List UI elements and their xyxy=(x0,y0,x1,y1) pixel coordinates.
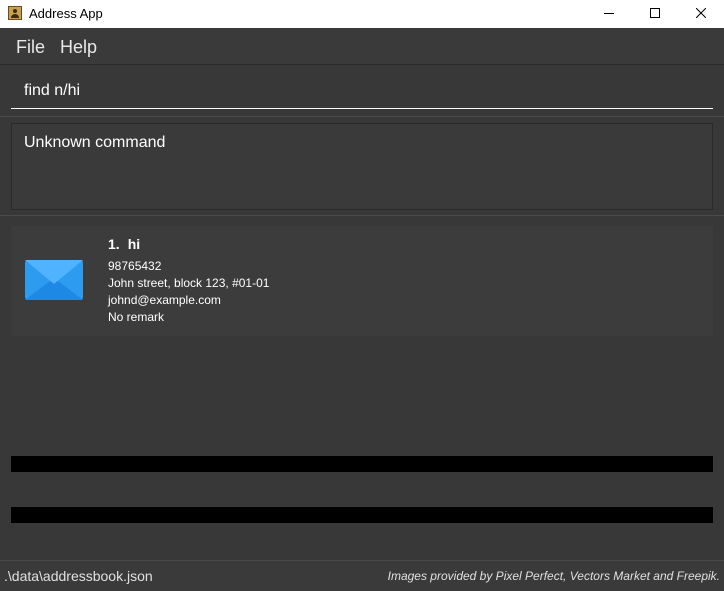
address-book-icon xyxy=(8,6,22,20)
status-credits: Images provided by Pixel Perfect, Vector… xyxy=(387,569,720,583)
person-name-row: 1. hi xyxy=(108,236,140,252)
command-box xyxy=(0,65,724,117)
person-phone: 98765432 xyxy=(108,259,162,273)
result-display: Unknown command xyxy=(11,123,713,210)
maximize-button[interactable] xyxy=(632,0,678,28)
person-card[interactable]: 1. hi 98765432 John street, block 123, #0… xyxy=(11,226,713,336)
mail-envelope-icon xyxy=(25,260,83,300)
status-bar: .\data\addressbook.json Images provided … xyxy=(0,560,724,591)
person-email: johnd@example.com xyxy=(108,293,221,307)
person-remark: No remark xyxy=(108,310,165,324)
maximize-icon xyxy=(650,8,660,18)
minimize-icon xyxy=(604,13,614,14)
close-icon xyxy=(696,8,706,18)
close-button[interactable] xyxy=(678,0,724,28)
menu-bar: File Help xyxy=(0,29,724,65)
status-file-path: .\data\addressbook.json xyxy=(4,568,153,584)
person-address: John street, block 123, #01-01 xyxy=(108,276,270,290)
command-input[interactable] xyxy=(11,74,713,109)
window-title-bar[interactable]: Address App xyxy=(0,0,724,28)
person-list[interactable]: 1. hi 98765432 John street, block 123, #0… xyxy=(0,217,724,560)
black-bar xyxy=(11,507,713,523)
result-display-pane: Unknown command xyxy=(0,117,724,216)
person-name: hi xyxy=(127,236,141,252)
window-title: Address App xyxy=(29,6,103,21)
person-index: 1. xyxy=(108,236,120,252)
minimize-button[interactable] xyxy=(586,0,632,28)
menu-file[interactable]: File xyxy=(16,37,45,58)
result-message: Unknown command xyxy=(24,134,166,151)
menu-help[interactable]: Help xyxy=(60,37,97,58)
black-bar xyxy=(11,456,713,472)
